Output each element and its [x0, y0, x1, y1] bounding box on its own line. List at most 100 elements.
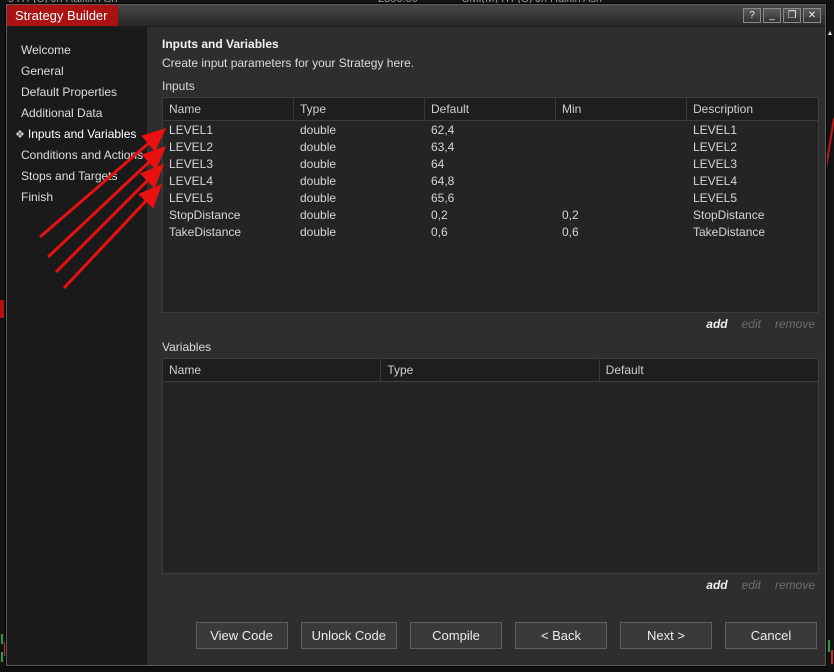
- help-button[interactable]: ?: [743, 8, 761, 23]
- table-cell: 64,8: [431, 174, 455, 188]
- background-right-edge: [826, 0, 834, 672]
- edit-variable-link[interactable]: edit: [742, 578, 761, 592]
- table-cell: double: [300, 208, 337, 222]
- table-row[interactable]: LEVEL3 double 64 LEVEL3: [163, 155, 818, 172]
- chart-candle-fragment: [1, 652, 3, 662]
- chart-red-mark: [0, 300, 4, 318]
- table-cell: LEVEL4: [169, 174, 214, 188]
- table-cell: LEVEL1: [169, 123, 214, 137]
- table-cell: 0,6: [562, 225, 579, 239]
- table-cell: double: [300, 174, 337, 188]
- table-cell: 65,6: [431, 191, 455, 205]
- sidebar-item-default-properties[interactable]: Default Properties: [7, 82, 147, 103]
- wizard-button-row: View Code Unlock Code Compile < Back Nex…: [162, 622, 819, 665]
- variables-section-label: Variables: [162, 340, 212, 354]
- table-cell: 62,4: [431, 123, 455, 137]
- strategy-builder-window: Strategy Builder ? _ ❐ ✕ Welcome General…: [6, 4, 826, 666]
- unlock-code-button[interactable]: Unlock Code: [300, 622, 397, 649]
- table-row[interactable]: LEVEL4 double 64,8 LEVEL4: [163, 172, 818, 189]
- diamond-cluster-icon: ❖: [15, 129, 25, 141]
- table-cell: 0,2: [562, 208, 579, 222]
- table-cell: [556, 172, 687, 189]
- table-row[interactable]: StopDistance double 0,2 0,2 StopDistance: [163, 206, 818, 223]
- close-button[interactable]: ✕: [803, 8, 821, 23]
- sidebar-item-inputs-and-variables[interactable]: ❖ Inputs and Variables: [7, 124, 147, 145]
- column-header-default: Default: [425, 98, 556, 120]
- column-header-type: Type: [294, 98, 425, 120]
- column-header-name: Name: [163, 359, 382, 381]
- table-cell: LEVEL4: [693, 174, 738, 188]
- column-header-description: Description: [693, 102, 754, 116]
- table-cell: StopDistance: [693, 208, 765, 222]
- inputs-actions: add edit remove: [162, 317, 815, 331]
- maximize-button[interactable]: ❐: [783, 8, 801, 23]
- inputs-variables-panel: Inputs and Variables Create input parame…: [147, 27, 825, 665]
- add-variable-link[interactable]: add: [706, 578, 727, 592]
- inputs-table: Name Type Default Min Description LEVEL1…: [162, 97, 819, 313]
- inputs-section-label: Inputs: [162, 79, 195, 93]
- sidebar-item-label: Inputs and Variables: [27, 127, 137, 141]
- table-cell: StopDistance: [169, 208, 241, 222]
- variables-table: Name Type Default: [162, 358, 819, 574]
- table-cell: TakeDistance: [169, 225, 242, 239]
- scrollbar-up-icon[interactable]: ▲: [826, 30, 834, 37]
- remove-variable-link[interactable]: remove: [775, 578, 815, 592]
- chart-red-line-fragment: [826, 117, 834, 169]
- table-cell: double: [300, 191, 337, 205]
- edit-input-link[interactable]: edit: [742, 317, 761, 331]
- table-cell: LEVEL5: [693, 191, 738, 205]
- table-cell: LEVEL3: [693, 157, 738, 171]
- table-row[interactable]: LEVEL2 double 63,4 LEVEL2: [163, 138, 818, 155]
- table-cell: double: [300, 225, 337, 239]
- table-cell: [556, 155, 687, 172]
- sidebar-item-finish[interactable]: Finish: [7, 187, 147, 208]
- table-cell: LEVEL3: [169, 157, 214, 171]
- table-cell: double: [300, 157, 337, 171]
- chart-candle-fragment: [831, 650, 833, 664]
- table-cell: [556, 138, 687, 155]
- table-cell: LEVEL1: [693, 123, 738, 137]
- column-header-default: Default: [605, 363, 644, 377]
- sidebar-item-general[interactable]: General: [7, 61, 147, 82]
- column-header-name: Name: [163, 98, 294, 120]
- table-cell: LEVEL5: [169, 191, 214, 205]
- window-title: Strategy Builder: [7, 5, 118, 26]
- table-cell: 0,2: [431, 208, 448, 222]
- table-cell: 64: [431, 157, 445, 171]
- table-row[interactable]: LEVEL1 double 62,4 LEVEL1: [163, 121, 818, 138]
- sidebar-item-welcome[interactable]: Welcome: [7, 40, 147, 61]
- sidebar-item-stops-and-targets[interactable]: Stops and Targets: [7, 166, 147, 187]
- table-cell: double: [300, 123, 337, 137]
- back-button[interactable]: < Back: [515, 622, 607, 649]
- variables-actions: add edit remove: [162, 578, 815, 592]
- window-controls: ? _ ❐ ✕: [743, 8, 821, 23]
- table-cell: LEVEL2: [169, 140, 214, 154]
- minimize-button[interactable]: _: [763, 8, 781, 23]
- chart-candle-fragment: [828, 640, 830, 652]
- sidebar-item-conditions-and-actions[interactable]: Conditions and Actions: [7, 145, 147, 166]
- compile-button[interactable]: Compile: [410, 622, 502, 649]
- next-button[interactable]: Next >: [620, 622, 712, 649]
- variables-table-header: Name Type Default: [163, 359, 818, 382]
- table-cell: 63,4: [431, 140, 455, 154]
- chart-candle-fragment: [1, 634, 3, 644]
- table-row[interactable]: LEVEL5 double 65,6 LEVEL5: [163, 189, 818, 206]
- table-cell: double: [300, 140, 337, 154]
- remove-input-link[interactable]: remove: [775, 317, 815, 331]
- table-cell: LEVEL2: [693, 140, 738, 154]
- page-subtitle: Create input parameters for your Strateg…: [162, 56, 415, 70]
- table-cell: [556, 121, 687, 138]
- titlebar[interactable]: Strategy Builder ? _ ❐ ✕: [7, 5, 825, 27]
- add-input-link[interactable]: add: [706, 317, 727, 331]
- column-header-min: Min: [556, 98, 687, 120]
- wizard-sidebar: Welcome General Default Properties Addit…: [7, 27, 147, 665]
- table-cell: [556, 189, 687, 206]
- table-row[interactable]: TakeDistance double 0,6 0,6 TakeDistance: [163, 223, 818, 240]
- table-cell: 0,6: [431, 225, 448, 239]
- background-bottom-edge: [0, 667, 834, 672]
- view-code-button[interactable]: View Code: [195, 622, 288, 649]
- cancel-button[interactable]: Cancel: [725, 622, 817, 649]
- column-header-type: Type: [381, 359, 600, 381]
- table-cell: TakeDistance: [693, 225, 766, 239]
- sidebar-item-additional-data[interactable]: Additional Data: [7, 103, 147, 124]
